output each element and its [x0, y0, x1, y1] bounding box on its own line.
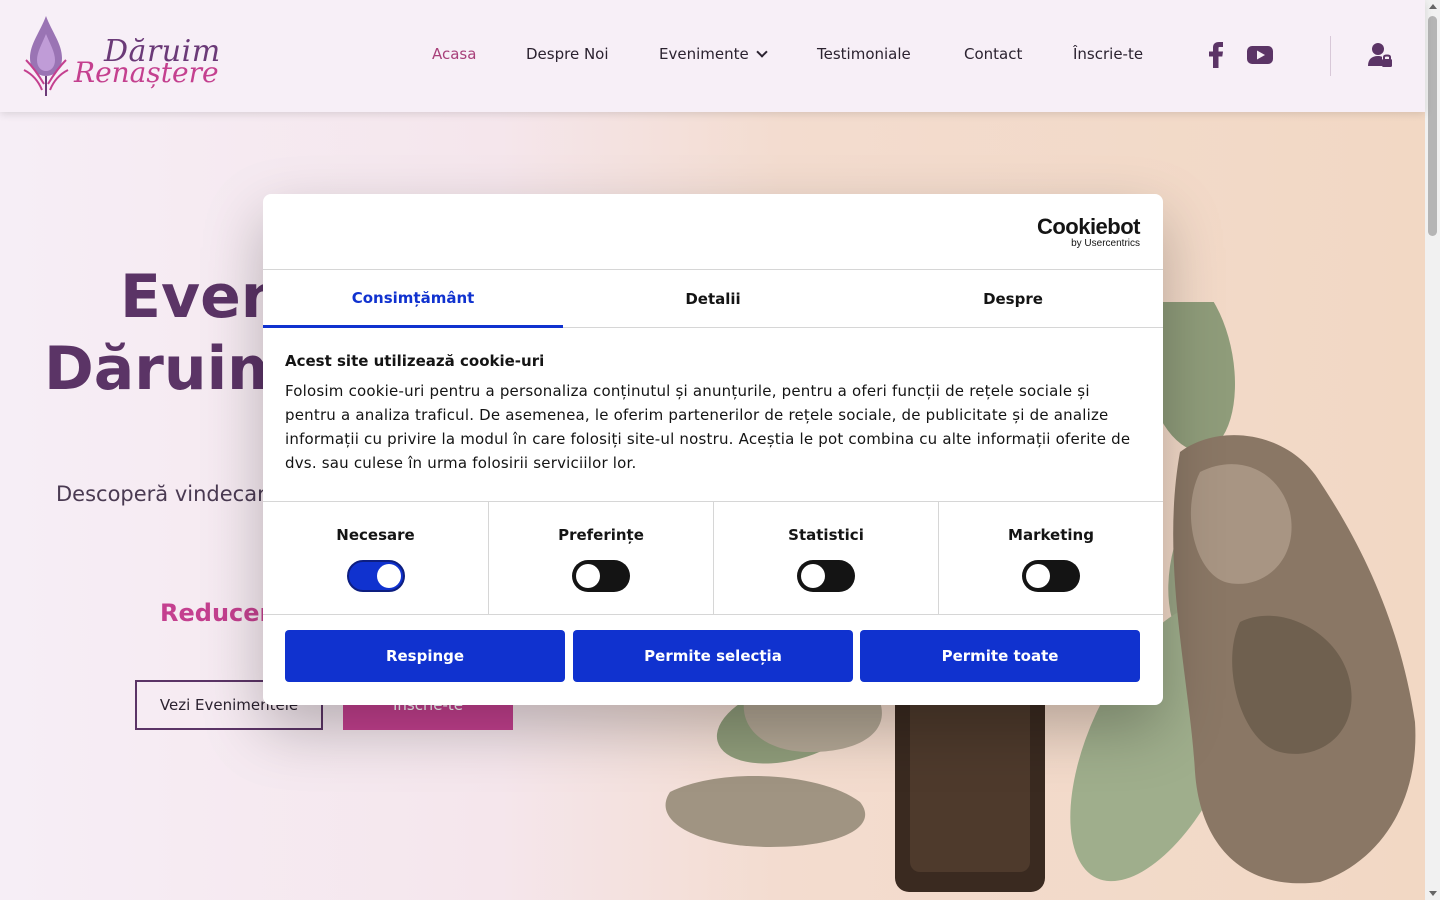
toggle-label-necesare: Necesare — [336, 526, 415, 544]
chevron-down-icon — [756, 46, 768, 58]
nav-item-despre-noi[interactable]: Despre Noi — [526, 45, 609, 63]
toggle-knob — [801, 564, 825, 588]
scroll-down-arrow-icon[interactable] — [1429, 891, 1437, 896]
nav-item-testimoniale[interactable]: Testimoniale — [817, 45, 911, 63]
logo-text-line2: Renaștere — [74, 56, 219, 89]
hero-title-line2: Dăruim — [44, 334, 290, 404]
cookie-dialog-header: Cookiebot by Usercentrics — [263, 194, 1163, 270]
tab-detalii[interactable]: Detalii — [563, 270, 863, 328]
scroll-thumb[interactable] — [1428, 16, 1437, 236]
nav-item-evenimente[interactable]: Evenimente — [659, 45, 768, 63]
site-logo[interactable]: Dăruim Renaștere — [22, 14, 220, 98]
cookiebot-brand-sub: by Usercentrics — [1071, 238, 1140, 249]
nav-item-contact[interactable]: Contact — [964, 45, 1022, 63]
hero-title-line1: Even — [120, 262, 284, 332]
toggle-label-statistici: Statistici — [788, 526, 864, 544]
toggle-cell-marketing: Marketing — [938, 502, 1163, 615]
cookie-dialog-text: Folosim cookie-uri pentru a personaliza … — [285, 382, 1131, 472]
nav-item-inscrie-te[interactable]: Înscrie-te — [1073, 45, 1143, 63]
hero-subtitle: Descoperă vindecare — [56, 482, 279, 506]
hero-promo-text: Reducer — [160, 599, 272, 627]
cookie-category-toggles: Necesare Preferințe Statistici Marketing — [263, 501, 1163, 615]
cookie-dialog-title: Acest site utilizează cookie-uri — [285, 352, 545, 370]
user-lock-icon[interactable] — [1368, 42, 1392, 68]
tab-despre[interactable]: Despre — [863, 270, 1163, 328]
cookie-dialog-tabs: Consimțământ Detalii Despre — [263, 270, 1163, 328]
cookie-consent-dialog: Cookiebot by Usercentrics Consimțământ D… — [263, 194, 1163, 705]
nav-item-evenimente-label: Evenimente — [659, 45, 749, 63]
page-scrollbar[interactable] — [1425, 0, 1440, 900]
cookiebot-brand-name: Cookiebot — [1036, 214, 1141, 239]
site-header: Dăruim Renaștere Acasa Despre Noi Evenim… — [0, 0, 1425, 112]
cookiebot-logo[interactable]: Cookiebot by Usercentrics — [1036, 214, 1141, 250]
youtube-icon[interactable] — [1247, 42, 1273, 68]
allow-all-button[interactable]: Permite toate — [860, 630, 1140, 682]
toggle-label-marketing: Marketing — [1008, 526, 1094, 544]
tab-consimtamant[interactable]: Consimțământ — [263, 270, 563, 328]
nav-divider — [1330, 36, 1331, 76]
toggle-marketing-switch[interactable] — [1022, 560, 1080, 592]
cookie-dialog-body: Acest site utilizează cookie-uri Folosim… — [285, 352, 1141, 475]
toggle-necesare-switch[interactable] — [346, 560, 405, 592]
toggle-cell-statistici: Statistici — [713, 502, 938, 615]
scroll-up-arrow-icon[interactable] — [1429, 4, 1437, 9]
toggle-preferinte-switch[interactable] — [572, 560, 630, 592]
toggle-knob — [576, 564, 600, 588]
reject-button[interactable]: Respinge — [285, 630, 565, 682]
facebook-icon[interactable] — [1207, 42, 1225, 68]
toggle-knob — [376, 564, 401, 588]
toggle-cell-preferinte: Preferințe — [488, 502, 713, 615]
lotus-drop-logo-icon — [23, 16, 69, 96]
allow-selection-button[interactable]: Permite selecția — [573, 630, 853, 682]
nav-item-acasa[interactable]: Acasa — [432, 45, 476, 63]
toggle-statistici-switch[interactable] — [797, 560, 855, 592]
toggle-label-preferinte: Preferințe — [558, 526, 644, 544]
toggle-cell-necesare: Necesare — [263, 502, 488, 615]
toggle-knob — [1026, 564, 1050, 588]
